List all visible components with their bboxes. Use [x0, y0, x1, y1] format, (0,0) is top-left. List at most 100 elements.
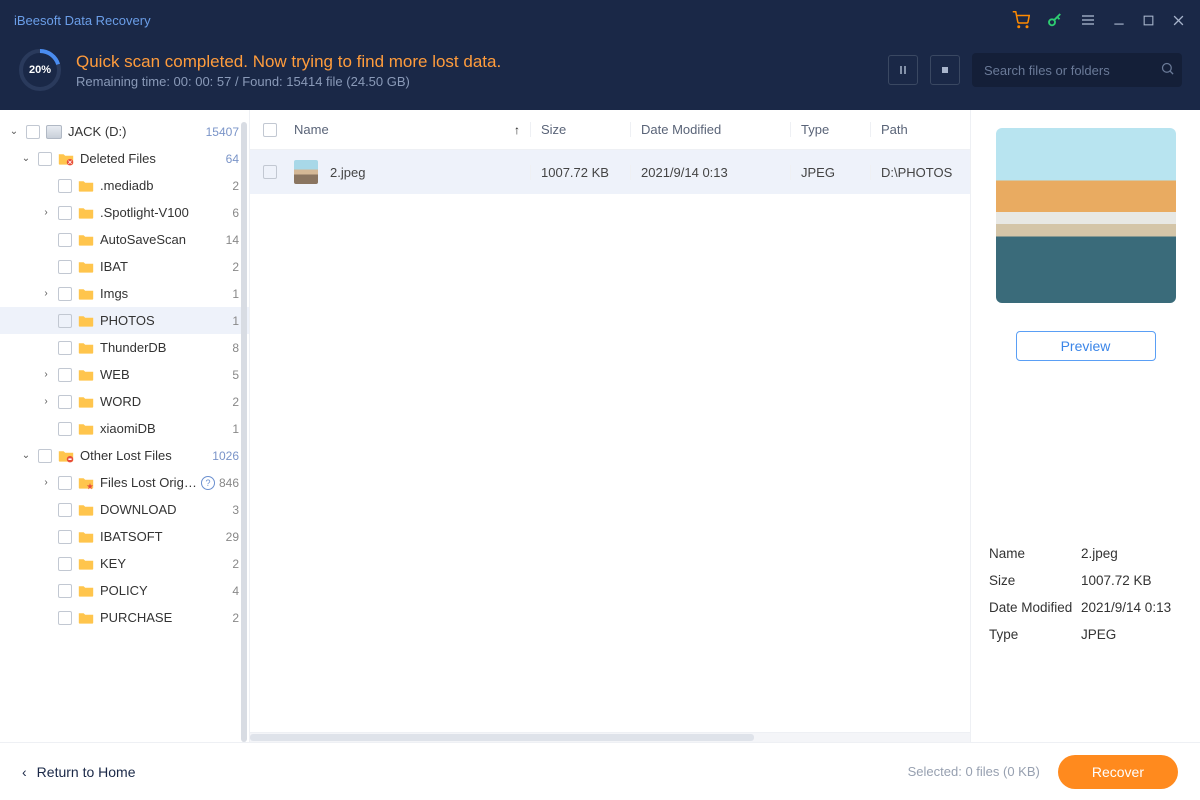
checkbox[interactable] [58, 233, 72, 247]
column-type[interactable]: Type [790, 122, 870, 137]
tree-count: 4 [232, 584, 239, 598]
folder-icon [78, 206, 94, 220]
search-input[interactable] [984, 63, 1160, 78]
horizontal-scrollbar[interactable] [250, 732, 970, 742]
tree-item[interactable]: PURCHASE2 [0, 604, 249, 631]
chevron-icon[interactable]: › [40, 396, 52, 407]
tree-drive[interactable]: ⌄ JACK (D:) 15407 [0, 118, 249, 145]
checkbox[interactable] [58, 260, 72, 274]
meta-size-value: 1007.72 KB [1081, 573, 1152, 588]
drive-icon [46, 125, 62, 139]
tree-label: PHOTOS [100, 313, 228, 328]
chevron-icon[interactable]: › [40, 288, 52, 299]
chevron-down-icon[interactable]: ⌄ [8, 126, 20, 137]
checkbox[interactable] [58, 557, 72, 571]
checkbox[interactable] [58, 179, 72, 193]
tree-item[interactable]: ThunderDB8 [0, 334, 249, 361]
minimize-icon[interactable] [1112, 13, 1126, 27]
tree-lost-original[interactable]: › Files Lost Origin... ? 846 [0, 469, 249, 496]
pause-button[interactable] [888, 55, 918, 85]
column-name[interactable]: Name↑ [290, 122, 530, 137]
key-icon[interactable] [1046, 11, 1064, 29]
checkbox[interactable] [38, 449, 52, 463]
checkbox[interactable] [58, 530, 72, 544]
meta-name-value: 2.jpeg [1081, 546, 1118, 561]
chevron-right-icon[interactable]: › [40, 477, 52, 488]
menu-icon[interactable] [1080, 12, 1096, 28]
sidebar-scrollbar[interactable] [241, 122, 247, 742]
folder-icon [78, 368, 94, 382]
folder-lost-icon [58, 449, 74, 463]
tree-item[interactable]: KEY 2 [0, 550, 249, 577]
tree-count: 29 [226, 530, 239, 544]
checkbox[interactable] [58, 314, 72, 328]
folder-icon [78, 314, 94, 328]
tree-item[interactable]: xiaomiDB1 [0, 415, 249, 442]
tree-item[interactable]: ›Imgs1 [0, 280, 249, 307]
tree-item[interactable]: DOWNLOAD3 [0, 496, 249, 523]
tree-item[interactable]: ›WORD2 [0, 388, 249, 415]
column-date[interactable]: Date Modified [630, 122, 790, 137]
chevron-icon[interactable]: › [40, 207, 52, 218]
tree-item[interactable]: .mediadb2 [0, 172, 249, 199]
tree-label: WEB [100, 367, 228, 382]
folder-icon [78, 233, 94, 247]
tree-item[interactable]: IBATSOFT29 [0, 523, 249, 550]
meta-name-label: Name [989, 546, 1081, 561]
meta-date-label: Date Modified [989, 600, 1081, 615]
chevron-down-icon[interactable]: ⌄ [20, 153, 32, 164]
meta-type-label: Type [989, 627, 1081, 642]
tree-count: 1 [232, 314, 239, 328]
checkbox[interactable] [58, 395, 72, 409]
chevron-down-icon[interactable]: ⌄ [20, 450, 32, 461]
checkbox[interactable] [58, 287, 72, 301]
checkbox[interactable] [58, 206, 72, 220]
checkbox[interactable] [58, 476, 72, 490]
preview-image [996, 128, 1176, 303]
row-checkbox[interactable] [263, 165, 277, 179]
folder-tree[interactable]: ⌄ JACK (D:) 15407 ⌄ Deleted Files 64 .me… [0, 110, 250, 742]
maximize-icon[interactable] [1142, 14, 1155, 27]
cart-icon[interactable] [1012, 11, 1030, 29]
checkbox[interactable] [58, 341, 72, 355]
select-all-checkbox[interactable] [263, 123, 277, 137]
checkbox[interactable] [38, 152, 52, 166]
progress-ring: 20% [18, 48, 62, 92]
checkbox[interactable] [58, 422, 72, 436]
tree-label: Files Lost Origin... [100, 475, 199, 490]
preview-button[interactable]: Preview [1016, 331, 1156, 361]
tree-deleted-files[interactable]: ⌄ Deleted Files 64 [0, 145, 249, 172]
chevron-icon[interactable]: › [40, 369, 52, 380]
scan-status-subtitle: Remaining time: 00: 00: 57 / Found: 1541… [76, 74, 501, 89]
checkbox[interactable] [26, 125, 40, 139]
tree-label: IBAT [100, 259, 228, 274]
stop-button[interactable] [930, 55, 960, 85]
column-size[interactable]: Size [530, 122, 630, 137]
tree-count: 2 [232, 557, 239, 571]
tree-other-lost[interactable]: ⌄ Other Lost Files 1026 [0, 442, 249, 469]
close-icon[interactable] [1171, 13, 1186, 28]
tree-count: 2 [232, 260, 239, 274]
checkbox[interactable] [58, 584, 72, 598]
tree-item[interactable]: ›WEB5 [0, 361, 249, 388]
tree-label: KEY [100, 556, 228, 571]
return-home-link[interactable]: ‹ Return to Home [22, 764, 136, 780]
checkbox[interactable] [58, 503, 72, 517]
tree-item[interactable]: PHOTOS 1 [0, 307, 249, 334]
help-icon[interactable]: ? [201, 476, 215, 490]
checkbox[interactable] [58, 611, 72, 625]
tree-item[interactable]: IBAT 2 [0, 253, 249, 280]
meta-size-label: Size [989, 573, 1081, 588]
tree-item[interactable]: ›.Spotlight-V1006 [0, 199, 249, 226]
tree-label: Other Lost Files [80, 448, 208, 463]
tree-item[interactable]: AutoSaveScan14 [0, 226, 249, 253]
file-row[interactable]: 2.jpeg1007.72 KB2021/9/14 0:13JPEGD:\PHO… [250, 150, 970, 194]
tree-item[interactable]: POLICY4 [0, 577, 249, 604]
tree-count: 15407 [206, 125, 239, 139]
recover-button[interactable]: Recover [1058, 755, 1178, 789]
search-icon[interactable] [1160, 61, 1175, 79]
column-path[interactable]: Path [870, 122, 970, 137]
search-box[interactable] [972, 53, 1182, 87]
checkbox[interactable] [58, 368, 72, 382]
tree-label: PURCHASE [100, 610, 228, 625]
